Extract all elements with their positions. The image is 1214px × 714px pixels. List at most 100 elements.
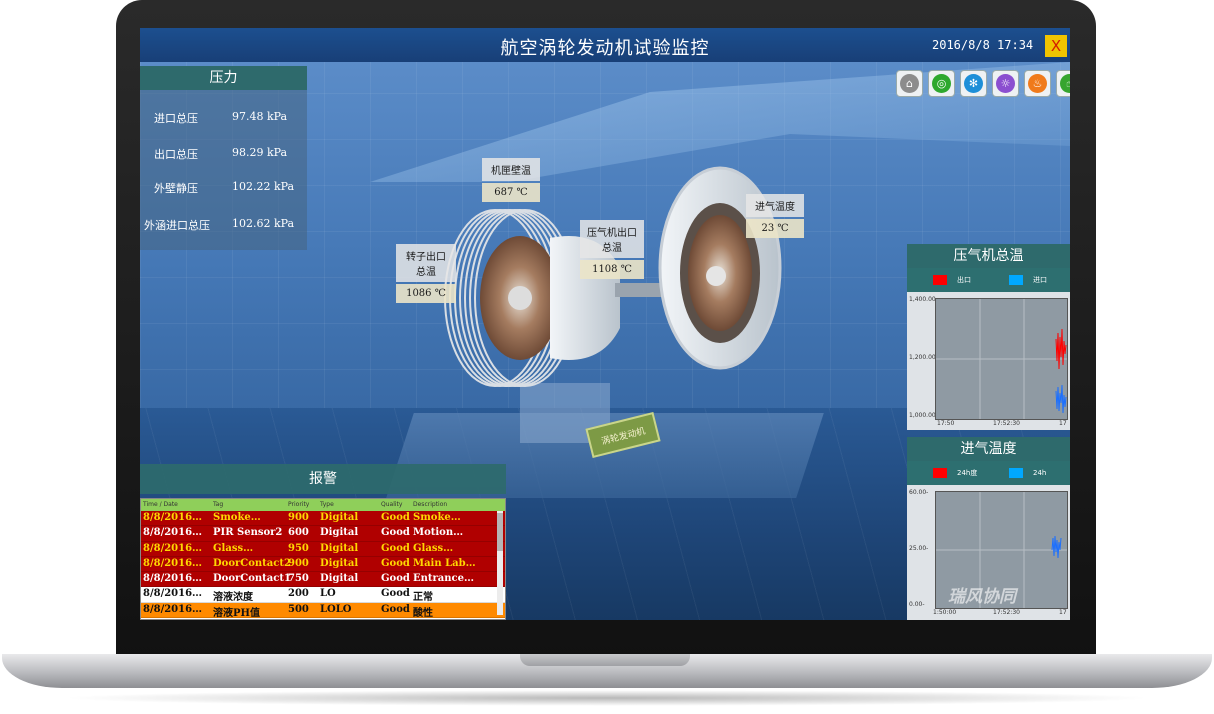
- y-tick: 60.00-: [909, 489, 929, 496]
- home-button[interactable]: ⌂: [896, 70, 923, 97]
- y-tick: 1,400.00-: [909, 296, 938, 303]
- alarm-cell-time: 8/8/2016…: [143, 603, 203, 615]
- alarm-cell-type: Digital: [320, 573, 359, 585]
- bulb-icon: ☼: [996, 74, 1015, 93]
- y-tick: 1,200.00-: [909, 354, 938, 361]
- globe-icon: ◎: [932, 74, 951, 93]
- alarm-cell-desc: 酸性: [413, 607, 433, 619]
- tag-rotor-outlet-temp[interactable]: 转子出口总温 1086 ℃: [396, 244, 456, 303]
- legend-label: 出口: [957, 276, 971, 284]
- legend-item: 24h: [1009, 468, 1046, 478]
- tag-value: 1108 ℃: [580, 260, 644, 279]
- alarm-cell-quality: Good: [381, 542, 410, 554]
- alarm-cell-desc: Glass…: [413, 542, 454, 554]
- globe-button[interactable]: ◎: [928, 70, 955, 97]
- column-header[interactable]: Description: [413, 501, 447, 508]
- alarm-cell-time: 8/8/2016…: [143, 573, 203, 585]
- alarm-panel-title: 报警: [140, 464, 506, 494]
- fan-button[interactable]: ✻: [960, 70, 987, 97]
- fan-icon: ✻: [964, 74, 983, 93]
- x-tick: 17: [1059, 609, 1067, 616]
- bulb-button[interactable]: ☼: [992, 70, 1019, 97]
- pressure-panel-title: 压力: [140, 66, 307, 90]
- alarm-cell-tag: 溶液PH值: [213, 607, 260, 619]
- pressure-row: 外涵进口总压 102.62 kPa: [140, 217, 307, 237]
- tag-value: 1086 ℃: [396, 284, 456, 303]
- y-tick: 1,000.00-: [909, 412, 938, 419]
- column-header[interactable]: Time / Date: [143, 501, 178, 508]
- chart-plot-area[interactable]: [935, 298, 1068, 420]
- alarm-scrollbar[interactable]: [497, 511, 503, 615]
- legend-label: 24h: [1033, 469, 1047, 477]
- alarm-cell-tag: PIR Sensor2: [213, 527, 283, 539]
- alarm-table-header: Time / Date Tag Priority Type Quality De…: [141, 499, 505, 511]
- fire-button[interactable]: ♨: [1024, 70, 1051, 97]
- alarm-row[interactable]: 8/8/2016… DoorContact1 750 Digital Good Entra…: [141, 572, 505, 588]
- alarm-cell-priority: 200: [288, 588, 309, 600]
- column-header[interactable]: Priority: [288, 501, 309, 508]
- column-header[interactable]: Quality: [381, 501, 402, 508]
- column-header[interactable]: Tag: [213, 501, 223, 508]
- alarm-cell-time: 8/8/2016…: [143, 557, 203, 569]
- close-button[interactable]: X: [1045, 35, 1067, 57]
- toolbar: ⌂ ◎ ✻ ☼ ♨ ☝: [896, 70, 1070, 97]
- legend-label: 24h度: [957, 469, 978, 477]
- alarm-row[interactable]: 8/8/2016… 溶液PH值 500 LOLO Good 酸性: [141, 602, 505, 619]
- chart-plot-svg: [936, 299, 1067, 419]
- x-tick: 17: [1059, 420, 1067, 427]
- column-header[interactable]: Type: [320, 501, 334, 508]
- alarm-cell-desc: Entrance…: [413, 573, 474, 585]
- tag-casing-wall-temp[interactable]: 机匣壁温 687 ℃: [482, 158, 540, 202]
- legend-swatch: [1009, 468, 1023, 478]
- chart-title: 压气机总温: [907, 244, 1070, 268]
- tag-name: 压气机出口总温: [580, 220, 644, 258]
- fire-icon: ♨: [1028, 74, 1047, 93]
- alarm-cell-quality: Good: [381, 527, 410, 539]
- laptop-notch: [520, 654, 690, 666]
- pressure-value: 97.48 kPa: [232, 110, 288, 123]
- alarm-row[interactable]: 8/8/2016… Smoke… 900 Digital Good Smoke…: [141, 511, 505, 527]
- tag-name: 转子出口总温: [396, 244, 456, 282]
- pressure-panel: 压力 进口总压 97.48 kPa 出口总压 98.29 kPa 外壁静压 10…: [140, 66, 307, 250]
- alarm-cell-time: 8/8/2016…: [143, 512, 203, 523]
- legend-item: 进口: [1009, 275, 1047, 285]
- alarm-row[interactable]: 8/8/2016… 溶液浓度 200 LO Good 正常: [141, 587, 505, 604]
- alarm-panel: 报警 Time / Date Tag Priority Type Quality…: [140, 464, 506, 620]
- series-line-inlet: [1055, 384, 1067, 414]
- scrollbar-thumb[interactable]: [497, 513, 503, 551]
- alarm-cell-quality: Good: [381, 603, 410, 615]
- chart-title: 进气温度: [907, 437, 1070, 461]
- alarm-table[interactable]: Time / Date Tag Priority Type Quality De…: [140, 498, 506, 620]
- alarm-cell-time: 8/8/2016…: [143, 527, 203, 539]
- alarm-cell-tag: DoorContact2: [213, 557, 291, 569]
- datetime-display: 2016/8/8 17:34: [932, 38, 1034, 52]
- pressure-row: 进口总压 97.48 kPa: [140, 110, 307, 130]
- alarm-cell-type: LOLO: [320, 603, 352, 615]
- legend-item: 24h度: [933, 468, 977, 478]
- alarm-row[interactable]: 8/8/2016… PIR Sensor2 600 Digital Good Motion…: [141, 526, 505, 542]
- alarm-cell-priority: 600: [288, 527, 309, 539]
- alarm-cell-priority: 500: [288, 603, 309, 615]
- hand-button[interactable]: ☝: [1056, 70, 1070, 97]
- alarm-cell-desc: 正常: [413, 592, 433, 604]
- pressure-value: 102.22 kPa: [232, 180, 295, 193]
- alarm-row[interactable]: 8/8/2016… Glass… 950 Digital Good Glass…: [141, 541, 505, 557]
- monitor-screen: 涡轮发动机 航空涡轮发动机试验监控 2016/8/8 17:34 X ⌂ ◎ ✻…: [140, 28, 1070, 620]
- tag-compressor-outlet-temp[interactable]: 压气机出口总温 1108 ℃: [580, 220, 644, 279]
- pressure-label: 出口总压: [154, 148, 198, 161]
- pressure-label: 外壁静压: [154, 182, 198, 195]
- alarm-rows: 8/8/2016… Smoke… 900 Digital Good Smoke… 8/8/2…: [141, 511, 505, 619]
- x-tick: 17:52:30: [993, 420, 1020, 427]
- alarm-cell-tag: 溶液浓度: [213, 592, 253, 604]
- series-line-24h: [1051, 535, 1062, 559]
- tag-intake-temp[interactable]: 进气温度 23 ℃: [746, 194, 804, 238]
- tag-name: 机匣壁温: [482, 158, 540, 181]
- alarm-cell-type: Digital: [320, 542, 359, 554]
- y-tick: 25.00-: [909, 545, 929, 552]
- compressor-temp-chart: 压气机总温 出口 进口 1,400.00- 1,200.00- 1,000.00…: [907, 244, 1070, 430]
- legend-item: 出口: [933, 275, 971, 285]
- alarm-row[interactable]: 8/8/2016… DoorContact2 900 Digital Good Main …: [141, 556, 505, 573]
- x-tick: 17:50: [937, 420, 955, 427]
- alarm-cell-desc: Motion…: [413, 527, 464, 539]
- alarm-cell-tag: Glass…: [213, 542, 254, 554]
